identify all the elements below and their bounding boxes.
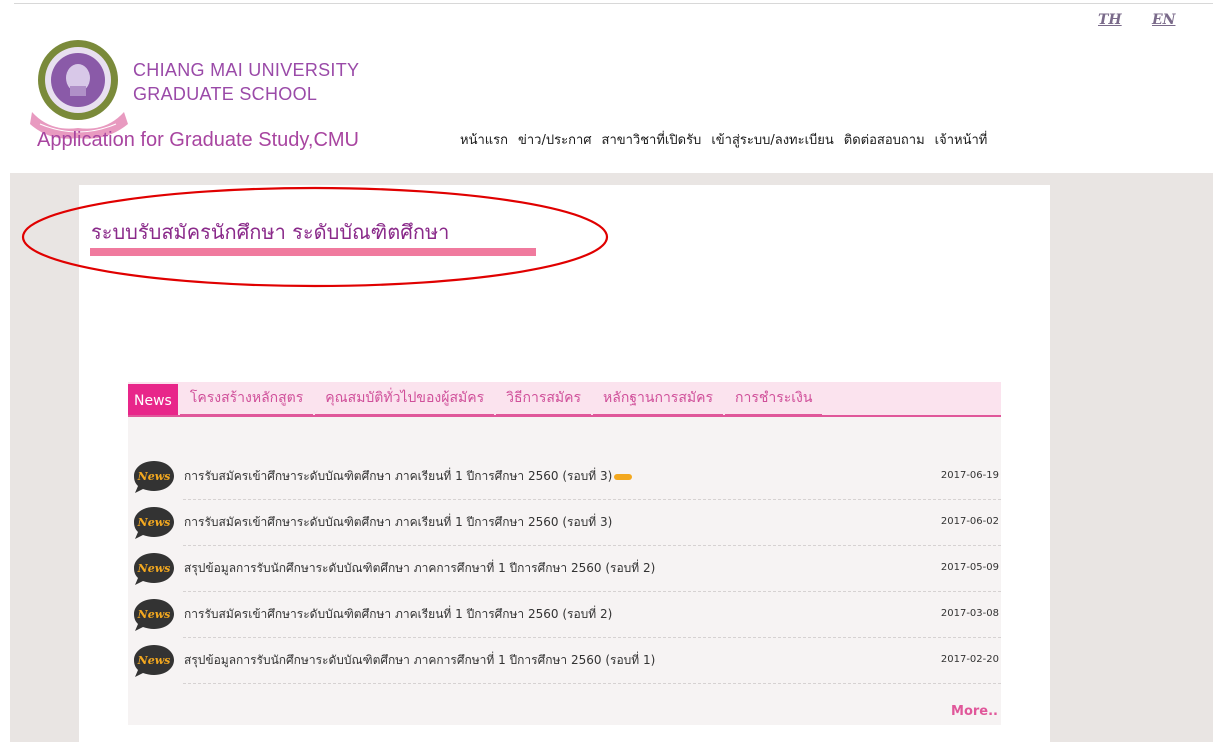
news-title-link[interactable]: การรับสมัครเข้าศึกษาระดับบัณฑิตศึกษา ภาค… xyxy=(184,513,612,532)
news-title-link[interactable]: การรับสมัครเข้าศึกษาระดับบัณฑิตศึกษา ภาค… xyxy=(184,467,633,486)
news-date: 2017-03-08 xyxy=(940,608,999,619)
news-title-text: การรับสมัครเข้าศึกษาระดับบัณฑิตศึกษา ภาค… xyxy=(184,469,613,483)
news-date: 2017-06-19 xyxy=(940,470,999,481)
news-bubble-icon: News xyxy=(134,553,174,585)
highlight-annotation-oval xyxy=(21,186,609,288)
main-nav: หน้าแรก ข่าว/ประกาศ สาขาวิชาที่เปิดรับ เ… xyxy=(455,129,992,150)
app-title: Application for Graduate Study,CMU xyxy=(37,129,360,151)
lang-th-link[interactable]: TH xyxy=(1098,12,1122,28)
list-item: News สรุปข้อมูลการรับนักศึกษาระดับบัณฑิต… xyxy=(128,546,1001,592)
nav-programs[interactable]: สาขาวิชาที่เปิดรับ xyxy=(597,129,707,150)
university-seal-icon xyxy=(30,40,128,139)
svg-text:News: News xyxy=(137,654,171,667)
news-title-link[interactable]: สรุปข้อมูลการรับนักศึกษาระดับบัณฑิตศึกษา… xyxy=(184,559,655,578)
news-list: News การรับสมัครเข้าศึกษาระดับบัณฑิตศึกษ… xyxy=(128,454,1001,684)
svg-text:News: News xyxy=(137,608,171,621)
tab-qualifications[interactable]: คุณสมบัติทั่วไปของผู้สมัคร xyxy=(315,387,495,415)
tab-curriculum[interactable]: โครงสร้างหลักสูตร xyxy=(179,387,314,415)
nav-contact[interactable]: ติดต่อสอบถาม xyxy=(839,129,930,150)
top-divider xyxy=(14,3,1213,4)
nav-staff[interactable]: เจ้าหน้าที่ xyxy=(930,129,993,150)
news-bubble-icon: News xyxy=(134,599,174,631)
news-date: 2017-06-02 xyxy=(940,516,999,527)
nav-news[interactable]: ข่าว/ประกาศ xyxy=(513,129,597,150)
list-item: News การรับสมัครเข้าศึกษาระดับบัณฑิตศึกษ… xyxy=(128,500,1001,546)
list-item: News สรุปข้อมูลการรับนักศึกษาระดับบัณฑิต… xyxy=(128,638,1001,684)
nav-login-register[interactable]: เข้าสู่ระบบ/ลงทะเบียน xyxy=(706,129,838,150)
tab-documents[interactable]: หลักฐานการสมัคร xyxy=(593,387,723,415)
more-news-link[interactable]: More.. xyxy=(951,704,998,719)
tabs-panel: News โครงสร้างหลักสูตร คุณสมบัติทั่วไปขอ… xyxy=(128,382,1001,725)
svg-text:News: News xyxy=(137,562,171,575)
nav-home[interactable]: หน้าแรก xyxy=(455,129,513,150)
tab-how-to-apply[interactable]: วิธีการสมัคร xyxy=(496,387,592,415)
tab-payment[interactable]: การชำระเงิน xyxy=(725,387,823,415)
svg-text:News: News xyxy=(137,470,171,483)
news-bubble-icon: News xyxy=(134,645,174,677)
news-bubble-icon: News xyxy=(134,507,174,539)
list-item: News การรับสมัครเข้าศึกษาระดับบัณฑิตศึกษ… xyxy=(128,454,1001,500)
news-bubble-icon: News xyxy=(134,461,174,493)
news-title-link[interactable]: การรับสมัครเข้าศึกษาระดับบัณฑิตศึกษา ภาค… xyxy=(184,605,612,624)
tab-bar: News โครงสร้างหลักสูตร คุณสมบัติทั่วไปขอ… xyxy=(128,382,1001,417)
list-item: News การรับสมัครเข้าศึกษาระดับบัณฑิตศึกษ… xyxy=(128,592,1001,638)
brand-line-school: GRADUATE SCHOOL xyxy=(133,84,318,104)
row-divider xyxy=(183,683,1001,684)
lang-en-link[interactable]: EN xyxy=(1152,12,1175,28)
new-badge-icon xyxy=(614,473,633,480)
news-date: 2017-05-09 xyxy=(940,562,999,573)
brand-line-university: CHIANG MAI UNIVERSITY xyxy=(133,60,360,80)
news-date: 2017-02-20 xyxy=(940,654,999,665)
tab-news[interactable]: News xyxy=(128,384,178,415)
brand-block: CHIANG MAI UNIVERSITY GRADUATE SCHOOL xyxy=(133,58,359,106)
news-title-link[interactable]: สรุปข้อมูลการรับนักศึกษาระดับบัณฑิตศึกษา… xyxy=(184,651,655,670)
svg-text:News: News xyxy=(137,516,171,529)
